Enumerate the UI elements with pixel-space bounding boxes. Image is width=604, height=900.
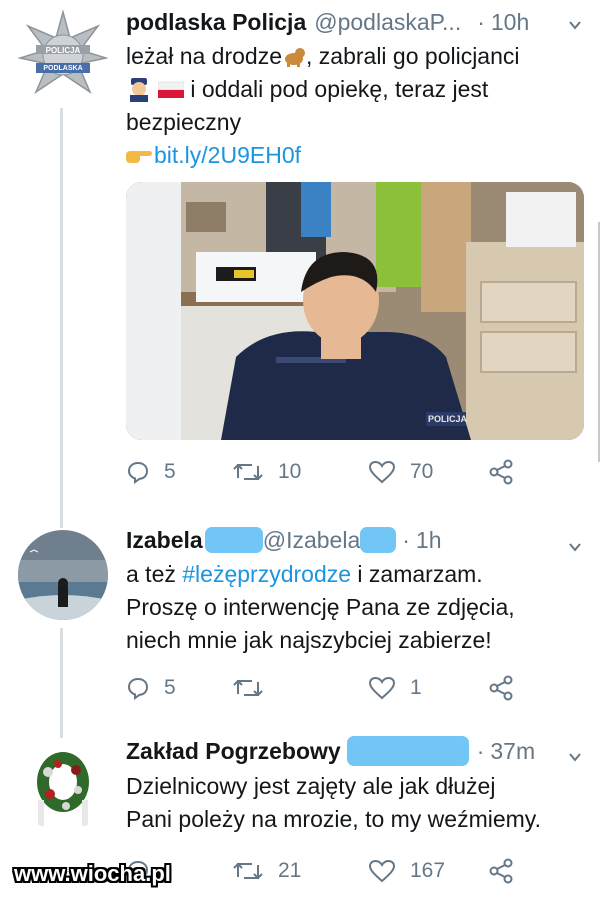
tweet-header: Izabela @Izabela · 1h — [126, 526, 590, 554]
like-icon — [368, 676, 396, 700]
reply-button[interactable]: 5 — [126, 460, 232, 484]
reply-icon — [127, 677, 149, 700]
text-line: i zamarzam. — [351, 561, 483, 587]
display-name[interactable]: Zakład Pogrzebowy — [126, 737, 341, 765]
like-count: 1 — [410, 676, 422, 699]
redaction-mark — [204, 527, 263, 553]
chevron-down-icon[interactable] — [568, 18, 582, 32]
display-name[interactable]: podlaska Policja — [126, 8, 306, 36]
text-line: Proszę o interwencję Pana ze zdjęcia, — [126, 594, 515, 620]
tweet-izabela[interactable]: Izabela @Izabela · 1h a też #leżęprzydro… — [0, 520, 604, 720]
share-icon — [489, 858, 513, 884]
avatar-beach-photo — [18, 530, 108, 620]
share-button[interactable] — [488, 459, 514, 485]
chevron-down-icon[interactable] — [568, 540, 582, 554]
tweet-text: Dzielnicowy jest zajęty ale jak dłużej P… — [126, 770, 590, 836]
scrollbar[interactable] — [598, 222, 604, 462]
photo-jacket-text: POLICJA — [428, 414, 468, 424]
avatar[interactable]: POLICJA PODLASKA — [17, 9, 109, 100]
pointing-hand-emoji — [126, 142, 154, 164]
user-handle[interactable]: @podlaskaP... — [314, 8, 461, 36]
photo-police-officer — [126, 182, 584, 440]
retweet-icon — [233, 862, 263, 880]
separator-dot: · — [476, 738, 485, 764]
retweet-icon — [233, 679, 263, 697]
retweet-button[interactable]: 21 — [232, 859, 368, 883]
tweet-text: leżał na drodze , zabrali go policjanci i… — [126, 40, 590, 172]
like-count: 70 — [410, 460, 434, 483]
like-button[interactable]: 167 — [368, 859, 488, 883]
text-line: Dzielnicowy jest zajęty ale jak dłużej — [126, 773, 496, 799]
like-button[interactable]: 70 — [368, 460, 488, 484]
redaction-mark — [360, 527, 397, 553]
text-line: bezpieczny — [126, 109, 242, 135]
text-line: leżał na drodze — [126, 43, 282, 69]
like-icon — [368, 859, 396, 883]
retweet-count: 21 — [278, 859, 302, 882]
tweet-photo[interactable]: POLICJA — [126, 182, 584, 440]
tweet-actions: 5 10 70 — [126, 457, 546, 487]
like-icon — [368, 460, 396, 484]
avatar[interactable] — [18, 742, 108, 832]
tweet-actions: 5 1 — [126, 673, 546, 703]
avatar[interactable] — [18, 530, 108, 620]
reply-count: 5 — [164, 676, 176, 699]
retweet-count: 10 — [278, 460, 302, 483]
share-button[interactable] — [488, 858, 514, 884]
like-count: 167 — [410, 859, 446, 882]
chevron-down-icon[interactable] — [568, 750, 582, 764]
text-line: i oddali pod opiekę, teraz jest — [184, 76, 489, 102]
dog-emoji — [282, 43, 306, 67]
user-handle[interactable]: @Izabela — [263, 526, 361, 554]
tweet-link[interactable]: bit.ly/2U9EH0f — [154, 142, 301, 168]
retweet-button[interactable] — [232, 676, 368, 700]
share-icon — [489, 675, 513, 701]
police-star-logo — [17, 9, 109, 95]
tweet-header: Zakład Pogrzebowy · 37m — [126, 736, 590, 766]
police-officer-emoji — [126, 76, 152, 102]
separator-dot: · — [477, 9, 485, 35]
tweet-podlaska-policja[interactable]: POLICJA PODLASKA podlaska Policja @podla… — [0, 0, 604, 505]
tweet-content: podlaska Policja @podlaskaP... · 10h leż… — [126, 8, 590, 172]
timestamp[interactable]: 37m — [490, 737, 535, 765]
share-button[interactable] — [488, 675, 514, 701]
text-line: , zabrali go policjanci — [306, 43, 520, 69]
avatar-badge-bottom: PODLASKA — [43, 65, 83, 72]
poland-flag-emoji — [157, 76, 185, 98]
site-watermark: www.wiocha.pl — [14, 861, 171, 886]
reply-button[interactable]: 5 — [126, 676, 232, 700]
text-line: niech mnie jak najszybciej zabierze! — [126, 627, 492, 653]
avatar-funeral-wreath — [37, 752, 89, 826]
text-line: Pani poleży na mrozie, to my weźmiemy. — [126, 806, 541, 832]
hashtag-link[interactable]: #leżęprzydrodze — [182, 561, 351, 587]
timestamp[interactable]: 1h — [416, 526, 442, 554]
display-name[interactable]: Izabela — [126, 526, 203, 554]
timestamp[interactable]: 10h — [491, 8, 529, 36]
tweet-content: Zakład Pogrzebowy · 37m Dzielnicowy jest… — [126, 736, 590, 836]
reply-icon — [127, 461, 149, 484]
redaction-mark — [346, 736, 469, 766]
reply-count: 5 — [164, 460, 176, 483]
tweet-header: podlaska Policja @podlaskaP... · 10h — [126, 8, 590, 36]
tweet-actions: 21 167 — [126, 856, 546, 886]
text-line: a też — [126, 561, 183, 587]
separator-dot: · — [402, 527, 410, 553]
like-button[interactable]: 1 — [368, 676, 488, 700]
tweet-text: a też #leżęprzydrodze i zamarzam. Proszę… — [126, 558, 590, 657]
retweet-icon — [233, 463, 263, 481]
avatar-badge-top: POLICJA — [45, 46, 81, 55]
share-icon — [489, 459, 513, 485]
tweet-content: Izabela @Izabela · 1h a też #leżęprzydro… — [126, 526, 590, 657]
retweet-button[interactable]: 10 — [232, 460, 368, 484]
